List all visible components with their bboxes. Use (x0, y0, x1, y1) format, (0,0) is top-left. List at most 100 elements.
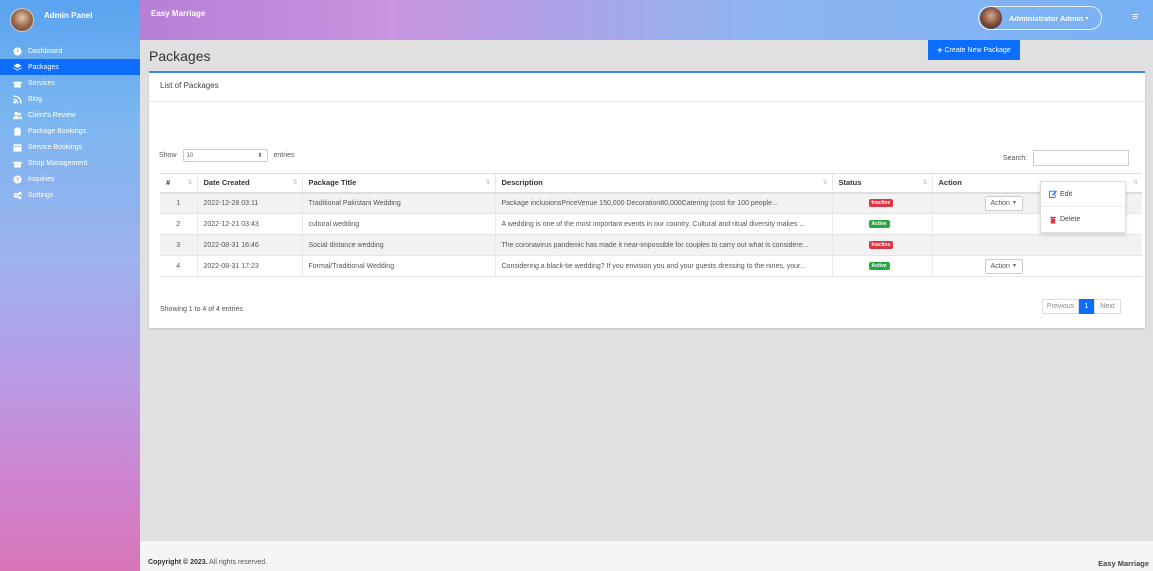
sidebar-nav: Dashboard Packages Services Blog Client'… (0, 43, 140, 203)
trash-icon (1050, 216, 1056, 224)
entries-select-value: 10 (186, 152, 194, 159)
chevron-down-icon: ▼ (1011, 263, 1017, 269)
sidebar-brand[interactable]: Admin Panel (0, 0, 140, 40)
sidebar-item-clients-review[interactable]: Client's Review (0, 107, 140, 123)
status-badge: Inactive (868, 241, 894, 249)
sidebar-item-dashboard[interactable]: Dashboard (0, 43, 140, 59)
create-new-package-button[interactable]: + Create New Package (928, 40, 1020, 60)
column-header-title[interactable]: Package Title ⇅ (301, 173, 495, 194)
cell-title: cultural wedding (301, 213, 495, 235)
column-header-label: Status (838, 178, 862, 188)
app-name: Easy Marriage (151, 9, 206, 18)
gift-icon (12, 78, 22, 88)
action-dropdown-button[interactable]: Action ▼ (984, 258, 1023, 274)
user-name: Administrator Admin (1009, 13, 1084, 23)
column-header-label: Package Title (308, 178, 357, 188)
footer: Copyright © 2023. All rights reserved. E… (140, 540, 1153, 571)
pagination: Previous 1 Next (1042, 299, 1121, 314)
cell-date: 2022-12-21 03:43 (196, 213, 302, 235)
cell-number: 1 (160, 192, 197, 214)
cell-date: 2022-12-28 03:11 (196, 192, 302, 214)
top-header: Easy Marriage Administrator Admin ▾ ≡ (140, 0, 1153, 40)
cell-date: 2022-08-31 16:46 (196, 234, 302, 256)
sidebar-item-label: Package Bookings (28, 127, 86, 135)
card-title: List of Packages (160, 81, 219, 90)
sort-icon: ⇅ (485, 180, 491, 186)
action-label: Action (990, 199, 1010, 207)
gears-icon (12, 190, 22, 200)
edit-menu-item[interactable]: Edit (1041, 182, 1125, 207)
create-button-label: Create New Package (944, 46, 1011, 54)
next-page-button[interactable]: Next (1094, 299, 1121, 314)
footer-brand: Easy Marriage (1098, 559, 1149, 568)
sort-icon: ⇅ (187, 180, 193, 186)
copyright-text: All rights reserved. (207, 559, 268, 566)
sort-icon: ⇅ (822, 180, 828, 186)
sidebar: Admin Panel Dashboard Packages Services … (0, 0, 140, 571)
cell-status: Active (831, 213, 932, 235)
users-icon (12, 110, 22, 120)
cell-action: Action ▼ (931, 255, 1142, 277)
cell-number: 4 (160, 255, 197, 277)
sidebar-item-service-bookings[interactable]: Service Bookings (0, 139, 140, 155)
page-1-button[interactable]: 1 (1079, 299, 1094, 314)
cell-status: Active (831, 255, 932, 277)
cell-action (931, 234, 1142, 256)
previous-page-button[interactable]: Previous (1042, 299, 1079, 314)
layers-icon (12, 62, 22, 72)
search-label: Search: (1003, 154, 1028, 162)
calendar-icon (12, 142, 22, 152)
cell-description: Considering a black-tie wedding? If you … (494, 255, 832, 277)
sidebar-item-inquiries[interactable]: ? Inquiries (0, 171, 140, 187)
hamburger-icon[interactable]: ≡ (1132, 11, 1138, 23)
cell-date: 2022-08-31 17:23 (196, 255, 302, 277)
column-header-date[interactable]: Date Created ⇅ (196, 173, 302, 194)
page-title: Packages (149, 48, 211, 64)
sidebar-item-label: Service Bookings (28, 143, 83, 151)
question-icon: ? (12, 174, 22, 184)
main-content: Packages List of Packages Show 10 ⬍ entr… (140, 40, 1153, 540)
sidebar-item-blog[interactable]: Blog (0, 91, 140, 107)
sort-updown-icon: ⬍ (257, 153, 263, 159)
svg-text:?: ? (15, 176, 19, 183)
chevron-down-icon: ▾ (1085, 15, 1089, 22)
cell-description: A wedding is one of the most important e… (494, 213, 832, 235)
shop-icon (12, 158, 22, 168)
cell-title: Social distance wedding (301, 234, 495, 256)
table-info: Showing 1 to 4 of 4 entries (160, 306, 243, 313)
sidebar-item-label: Blog (28, 95, 43, 103)
copyright-year: Copyright © 2023. (148, 559, 208, 566)
entries-label: entries (273, 152, 295, 159)
cell-status: Inactive (831, 192, 932, 214)
sidebar-item-shop-management[interactable]: Shop Management (0, 155, 140, 171)
delete-menu-item[interactable]: Delete (1041, 207, 1125, 232)
card-divider (149, 101, 1145, 102)
sidebar-item-package-bookings[interactable]: Package Bookings (0, 123, 140, 139)
show-label: Show (159, 152, 177, 159)
sidebar-item-settings[interactable]: Settings (0, 187, 140, 203)
user-menu-button[interactable]: Administrator Admin ▾ (978, 6, 1102, 30)
sidebar-item-label: Settings (28, 191, 54, 199)
column-header-number[interactable]: # ⇅ (160, 173, 197, 194)
sidebar-item-label: Inquiries (28, 175, 55, 183)
search-control: Search: (1003, 150, 1130, 166)
column-header-status[interactable]: Status ⇅ (831, 173, 932, 194)
cell-number: 2 (160, 213, 197, 235)
sidebar-brand-title: Admin Panel (44, 10, 93, 20)
action-dropdown-button[interactable]: Action ▼ (984, 195, 1023, 211)
clipboard-icon (12, 126, 22, 136)
sort-icon: ⇅ (1132, 180, 1138, 186)
column-header-description[interactable]: Description ⇅ (494, 173, 832, 194)
entries-select[interactable]: 10 ⬍ (182, 149, 268, 162)
table-row: 3 2022-08-31 16:46 Social distance weddi… (160, 234, 1142, 256)
sidebar-item-label: Client's Review (28, 111, 76, 119)
sidebar-item-label: Dashboard (28, 47, 63, 55)
chevron-down-icon: ▼ (1011, 200, 1017, 207)
sidebar-item-packages[interactable]: Packages (0, 59, 140, 75)
column-header-label: Date Created (203, 178, 250, 188)
search-input[interactable] (1033, 150, 1130, 166)
sidebar-item-services[interactable]: Services (0, 75, 140, 91)
table-row: 1 2022-12-28 03:11 Traditional Pakistani… (160, 192, 1142, 214)
cell-title: Traditional Pakistani Wedding (301, 192, 495, 214)
status-badge: Active (868, 220, 890, 228)
